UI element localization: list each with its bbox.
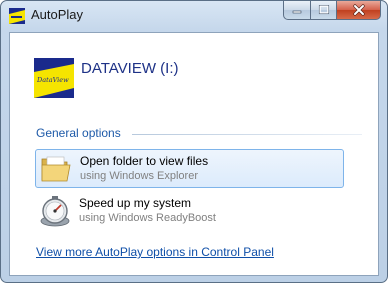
close-icon xyxy=(352,4,365,16)
section-divider xyxy=(132,134,362,135)
minimize-icon xyxy=(292,10,302,14)
close-button[interactable] xyxy=(336,1,381,20)
title-bar[interactable]: AutoPlay xyxy=(1,1,387,32)
drive-logo-text: DataView xyxy=(36,76,69,84)
autoplay-app-icon xyxy=(9,8,25,24)
option-sublabel: using Windows Explorer xyxy=(80,170,198,182)
dataview-drive-icon: DataView xyxy=(34,58,74,98)
maximize-icon xyxy=(318,5,329,15)
more-autoplay-options-link[interactable]: View more AutoPlay options in Control Pa… xyxy=(36,245,274,259)
folder-icon xyxy=(41,156,71,182)
autoplay-window: AutoPlay DataView DATAVIEW (I:) General … xyxy=(0,0,388,283)
section-header-general-options: General options xyxy=(36,126,121,140)
drive-title: DATAVIEW (I:) xyxy=(81,60,179,77)
autoplay-content: DataView DATAVIEW (I:) General options O… xyxy=(9,32,379,276)
minimize-button[interactable] xyxy=(283,1,310,20)
maximize-button[interactable] xyxy=(310,1,336,20)
window-title: AutoPlay xyxy=(31,7,84,22)
readyboost-icon xyxy=(40,196,70,227)
option-label: Open folder to view files xyxy=(80,154,209,168)
option-open-folder[interactable]: Open folder to view files using Windows … xyxy=(35,149,344,188)
caption-buttons xyxy=(283,1,381,21)
option-label: Speed up my system xyxy=(79,196,192,210)
option-sublabel: using Windows ReadyBoost xyxy=(79,212,216,224)
option-speed-up-system[interactable]: Speed up my system using Windows ReadyBo… xyxy=(35,192,344,231)
